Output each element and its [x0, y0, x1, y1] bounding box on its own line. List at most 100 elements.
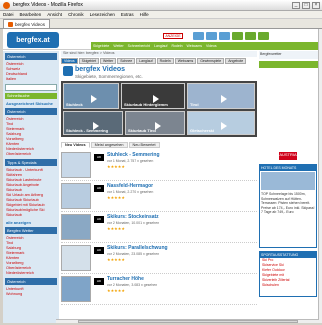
menu-hilfe[interactable]: Hilfe [140, 12, 149, 17]
play-icon [91, 94, 97, 103]
video-meta: vor 1 Monat, 2.757 x gesehen [107, 159, 154, 163]
home-icon[interactable] [258, 32, 269, 40]
right-column: Bergfexwetter AUSTRIA HOTEL DES MONATS T… [259, 51, 319, 323]
promo-text: TOP Schneelage bis 1500m, Schneewalzen a… [261, 192, 315, 214]
list-item[interactable]: HD Skikurs: Stockeinsatz vor 2 Monaten, … [61, 212, 257, 243]
austria-logo[interactable]: AUSTRIA [279, 148, 297, 160]
tab-videos[interactable]: Videos [61, 58, 78, 64]
video-thumbnail[interactable] [61, 245, 91, 271]
top-icons [193, 32, 269, 40]
sidebar-link[interactable]: Skiurlaub [6, 213, 56, 218]
video-title[interactable]: Skikurs: Stockeinsatz [107, 214, 159, 220]
featured-video-thumb[interactable]: Gletscherski [187, 111, 255, 135]
window-title: bergfex Videos - Mozilla Firefox [13, 2, 83, 8]
tab-webcams[interactable]: Webcams [174, 58, 197, 64]
menu-ansicht[interactable]: Ansicht [47, 12, 62, 17]
shop-link[interactable]: Skischulen [260, 283, 316, 288]
play-icon [221, 94, 227, 103]
sidebar-link[interactable]: Niederösterreich [6, 271, 56, 276]
snow-icon[interactable] [219, 32, 230, 40]
tab-new-videos[interactable]: Neu Videos [61, 142, 90, 148]
video-meta: vor 2 Monaten, 3.083 x gesehen [107, 283, 158, 287]
hike-icon[interactable] [232, 32, 243, 40]
video-title[interactable]: Turracher Höhe [107, 276, 157, 282]
firefox-icon [3, 1, 10, 9]
sidebar-link[interactable]: Oberösterreich [6, 152, 56, 157]
tab-gewinnspiele[interactable]: Gewinnspiele [197, 58, 225, 64]
video-thumbnail[interactable] [61, 183, 91, 209]
featured-videos: Stuhleck Skiurlaub Hinterglemm Tirol Stu… [61, 81, 257, 137]
video-info: Turracher Höhe vor 2 Monaten, 3.083 x ge… [107, 276, 157, 293]
video-title[interactable]: Skikurs: Parallelschwung [107, 245, 168, 251]
menu-lesezeichen[interactable]: Lesezeichen [90, 12, 115, 17]
quick-search-button[interactable]: Schnellsuche [5, 93, 57, 99]
nav-schneebericht[interactable]: Schneebericht [128, 44, 150, 48]
browser-tab-label: bergfex Videos [15, 21, 45, 27]
video-meta: vor 2 Monaten, 10.001 x gesehen [107, 221, 160, 225]
tab-schnee[interactable]: Schnee [117, 58, 136, 64]
browser-tab[interactable]: bergfex Videos [3, 19, 50, 28]
site-logo[interactable]: bergfex.at [7, 32, 59, 48]
nav-videos[interactable]: Videos [206, 44, 217, 48]
video-thumbnail[interactable] [61, 214, 91, 240]
show-all-link[interactable]: alle anzeigen [6, 220, 56, 225]
nav-webcams[interactable]: Webcams [187, 44, 203, 48]
maximize-button[interactable]: □ [302, 1, 310, 9]
nav-rodeln[interactable]: Rodeln [171, 44, 182, 48]
featured-video-thumb[interactable]: Tirol [187, 83, 255, 109]
horizontal-scrollbar[interactable] [56, 319, 319, 323]
sidebar-weather-list: Österreich Tirol Salzburg Steiermark Kär… [6, 236, 56, 276]
promo-image[interactable] [261, 172, 315, 190]
video-title[interactable]: Nassfeld-Hermagor [107, 183, 153, 189]
tab-most-viewed[interactable]: Meist angesehen [90, 142, 128, 148]
minimize-button[interactable]: _ [292, 1, 300, 9]
hd-badge: HD [94, 247, 104, 254]
tab-langlauf[interactable]: Langlauf [136, 58, 156, 64]
menu-chronik[interactable]: Chronik [68, 12, 84, 17]
video-thumbnail[interactable] [61, 276, 91, 302]
hotel-promo-box[interactable]: HOTEL DES MONATS TOP Schneelage bis 1500… [259, 164, 317, 248]
sidebar-link[interactable]: Italien [6, 77, 56, 82]
featured-video-thumb[interactable]: Skiurlaub Tirol [125, 111, 185, 135]
main-content: Sie sind hier: bergfex > Videos Videos S… [61, 51, 257, 323]
web-page: bergfex.at ANZEIGE Skigebiete Wetter Sch… [3, 29, 319, 323]
tab-wetter[interactable]: Wetter [100, 58, 117, 64]
featured-video-thumb[interactable]: Stuhleck [63, 83, 119, 109]
nav-skigebiete[interactable]: Skigebiete [93, 44, 109, 48]
video-section-icon [63, 66, 73, 76]
close-button[interactable]: × [312, 1, 320, 9]
advanced-search-link[interactable]: Ausgezeichnet Skisuche [6, 101, 56, 106]
list-item[interactable]: HD Stuhleck - Semmering vor 1 Monat, 2.7… [61, 150, 257, 181]
list-item[interactable]: HD Turracher Höhe vor 2 Monaten, 3.083 x… [61, 274, 257, 305]
vertical-scrollbar[interactable] [318, 29, 322, 323]
menu-extras[interactable]: Extras [121, 12, 134, 17]
shop-list: Ski Pro Skiservice Ski Kiefer Outdoor Sk… [260, 258, 316, 288]
featured-caption: Stuhleck [66, 102, 83, 107]
featured-video-thumb[interactable]: Skiurlaub Hinterglemm [121, 83, 185, 109]
featured-caption: Skiurlaub Tirol [128, 128, 156, 133]
tab-rodeln[interactable]: Rodeln [156, 58, 174, 64]
video-thumbnail[interactable] [61, 152, 91, 178]
tab-angebote[interactable]: Angebote [225, 58, 247, 64]
video-title[interactable]: Stuhleck - Semmering [107, 152, 160, 158]
tab-skigebiet[interactable]: Skigebiet [78, 58, 100, 64]
list-item[interactable]: HD Skikurs: Parallelschwung vor 2 Monate… [61, 243, 257, 274]
featured-caption: Tirol [190, 102, 199, 107]
webcam-icon[interactable] [193, 32, 204, 40]
weather-icon[interactable] [206, 32, 217, 40]
featured-video-thumb[interactable]: Stuhleck - Semmering [63, 111, 123, 135]
ad-label: ANZEIGE [163, 33, 183, 39]
menu-datei[interactable]: Datei [3, 12, 14, 17]
sidebar-link[interactable]: Wohnung [6, 292, 56, 297]
sidebar-region-list: Österreich Tirol Steiermark Salzburg Vor… [6, 117, 56, 157]
list-item[interactable]: HD Nassfeld-Hermagor vor 1 Monat, 2.270 … [61, 181, 257, 212]
bike-icon[interactable] [245, 32, 256, 40]
sidebar-block-title: Bergfex Wetter [5, 227, 57, 234]
scrollbar-thumb[interactable] [78, 320, 298, 323]
video-info: Stuhleck - Semmering vor 1 Monat, 2.757 … [107, 152, 160, 169]
nav-langlauf[interactable]: Langlauf [154, 44, 167, 48]
sidebar-search-input[interactable] [5, 84, 57, 91]
nav-wetter[interactable]: Wetter [113, 44, 123, 48]
menu-bearbeiten[interactable]: Bearbeiten [20, 12, 42, 17]
tab-new-rated[interactable]: Neu Bewertet [128, 142, 160, 148]
